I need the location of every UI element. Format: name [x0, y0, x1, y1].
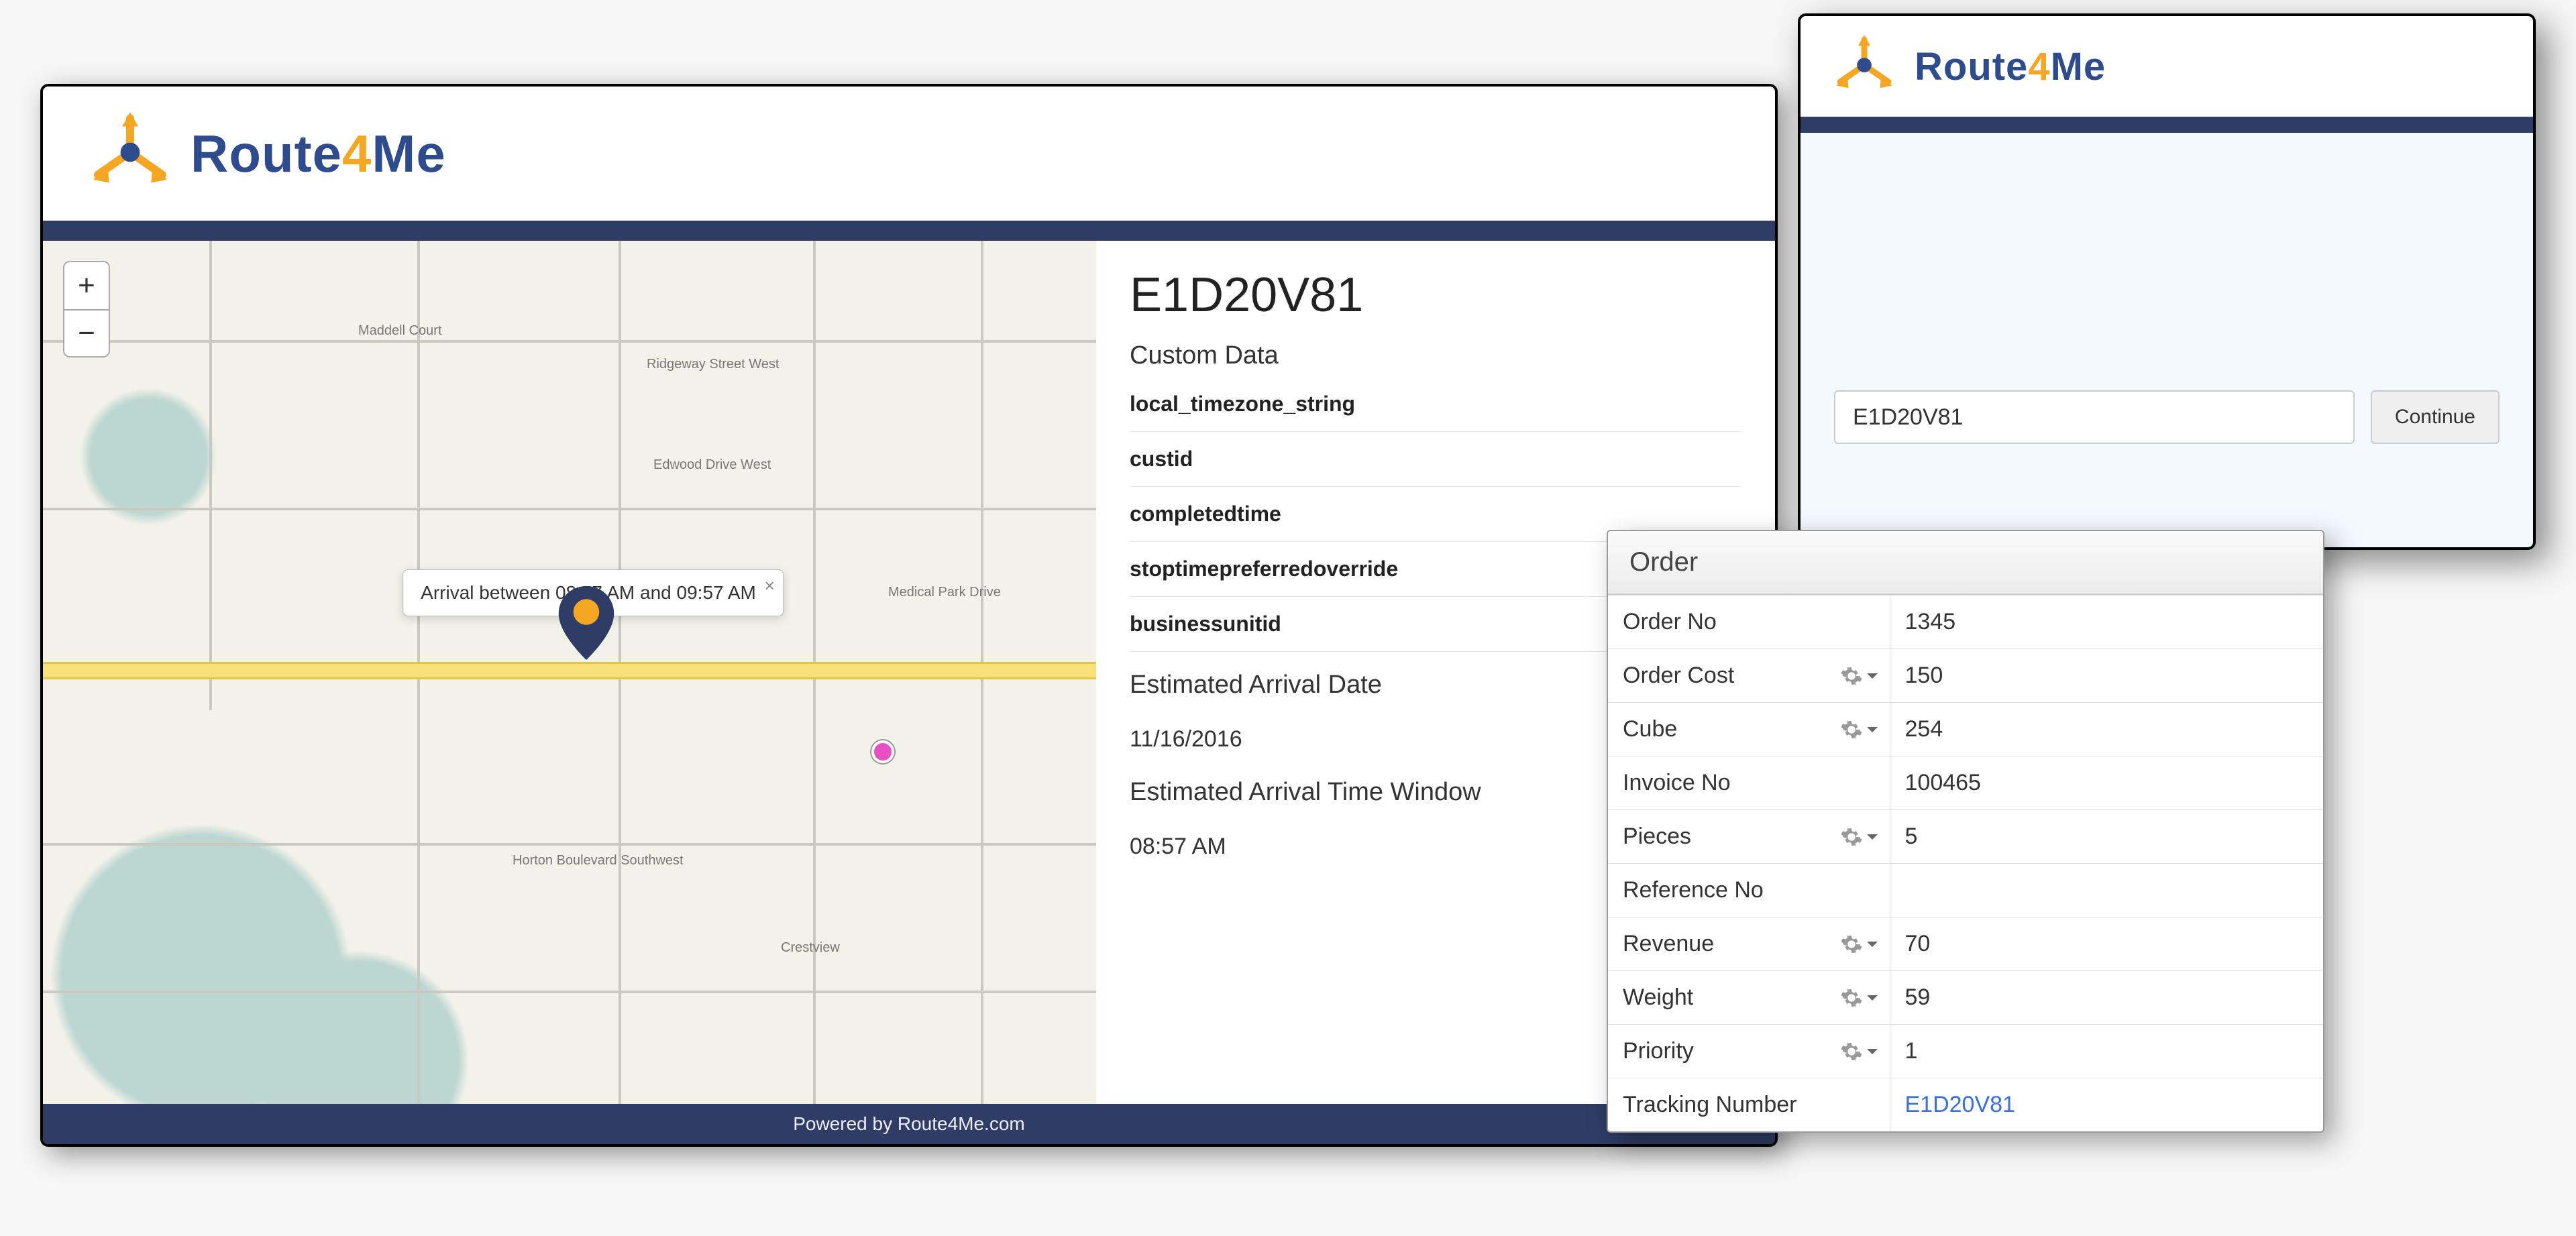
- order-field-label: Pieces: [1608, 810, 1890, 864]
- order-field-label: Order Cost: [1608, 649, 1890, 703]
- zoom-out-button[interactable]: −: [64, 309, 109, 356]
- svg-text:Edwood Drive West: Edwood Drive West: [653, 457, 771, 472]
- brand-logo-text: Route4Me: [191, 123, 446, 184]
- popup-close-icon[interactable]: ×: [765, 575, 775, 596]
- map-highway: [43, 662, 1096, 679]
- order-field-label: Weight: [1608, 971, 1890, 1025]
- tracking-main-window: Route4Me Maddell Court Ridgeway Street W…: [40, 84, 1778, 1147]
- header-divider: [1801, 117, 2533, 133]
- custom-data-row: local_timezone_string: [1130, 377, 1741, 432]
- order-row: Priority1: [1608, 1025, 2323, 1078]
- map-panel[interactable]: Maddell Court Ridgeway Street West Edwoo…: [43, 241, 1096, 1104]
- lookup-window: Route4Me Continue: [1798, 13, 2536, 550]
- footer-bar: Powered by Route4Me.com: [43, 1104, 1775, 1144]
- brand-logo-icon: [1834, 35, 1894, 99]
- order-row: Cube254: [1608, 703, 2323, 756]
- order-field-value: 1: [1890, 1025, 2323, 1078]
- brand-logo: Route4Me: [1834, 35, 2106, 99]
- tracking-number-input[interactable]: [1834, 390, 2355, 444]
- custom-data-heading: Custom Data: [1130, 341, 1741, 370]
- map-poi-icon: [871, 740, 894, 763]
- svg-text:Crestview: Crestview: [781, 940, 840, 955]
- order-field-value: 59: [1890, 971, 2323, 1025]
- map-zoom-controls: + −: [63, 261, 110, 357]
- order-field-value[interactable]: E1D20V81: [1890, 1078, 2323, 1132]
- order-field-value: 100465: [1890, 756, 2323, 810]
- gear-icon[interactable]: [1840, 987, 1878, 1009]
- order-field-value: 150: [1890, 649, 2323, 703]
- gear-icon[interactable]: [1840, 826, 1878, 848]
- order-row: Reference No: [1608, 864, 2323, 917]
- svg-text:Medical Park Drive: Medical Park Drive: [888, 585, 1001, 600]
- order-row: Revenue70: [1608, 917, 2323, 971]
- tracking-id-heading: E1D20V81: [1130, 268, 1741, 323]
- gear-icon[interactable]: [1840, 1040, 1878, 1063]
- svg-text:Maddell Court: Maddell Court: [358, 323, 442, 338]
- order-field-value: 70: [1890, 917, 2323, 971]
- svg-text:Ridgeway Street West: Ridgeway Street West: [647, 357, 780, 372]
- order-row: Invoice No100465: [1608, 756, 2323, 810]
- order-row: Pieces5: [1608, 810, 2323, 864]
- footer-text: Powered by Route4Me.com: [793, 1113, 1025, 1135]
- gear-icon[interactable]: [1840, 933, 1878, 956]
- order-table: Order No1345Order Cost150Cube254Invoice …: [1608, 595, 2323, 1131]
- chevron-down-icon: [1867, 942, 1878, 952]
- map-pin-icon[interactable]: [557, 586, 615, 663]
- order-field-value: 254: [1890, 703, 2323, 756]
- brand-logo: Route4Me: [90, 112, 446, 196]
- order-row: Order No1345: [1608, 596, 2323, 649]
- chevron-down-icon: [1867, 673, 1878, 684]
- gear-icon[interactable]: [1840, 718, 1878, 741]
- order-row: Tracking NumberE1D20V81: [1608, 1078, 2323, 1132]
- order-field-label: Priority: [1608, 1025, 1890, 1078]
- order-field-label: Reference No: [1608, 864, 1890, 917]
- order-row: Weight59: [1608, 971, 2323, 1025]
- main-header: Route4Me: [43, 87, 1775, 221]
- custom-data-row: custid: [1130, 432, 1741, 487]
- gear-icon[interactable]: [1840, 665, 1878, 687]
- order-field-value: 1345: [1890, 596, 2323, 649]
- zoom-in-button[interactable]: +: [64, 262, 109, 309]
- brand-logo-text: Route4Me: [1915, 44, 2106, 89]
- chevron-down-icon: [1867, 1049, 1878, 1060]
- order-field-label: Order No: [1608, 596, 1890, 649]
- order-field-label: Revenue: [1608, 917, 1890, 971]
- order-row: Order Cost150: [1608, 649, 2323, 703]
- chevron-down-icon: [1867, 834, 1878, 845]
- continue-button[interactable]: Continue: [2371, 390, 2500, 444]
- chevron-down-icon: [1867, 995, 1878, 1006]
- order-field-value: [1890, 864, 2323, 917]
- svg-text:Horton Boulevard Southwest: Horton Boulevard Southwest: [513, 853, 684, 868]
- order-field-label: Cube: [1608, 703, 1890, 756]
- lookup-header: Route4Me: [1801, 16, 2533, 117]
- brand-logo-icon: [90, 112, 170, 196]
- order-field-label: Tracking Number: [1608, 1078, 1890, 1132]
- header-divider: [43, 221, 1775, 241]
- order-panel: Order Order No1345Order Cost150Cube254In…: [1607, 530, 2324, 1133]
- order-field-value: 5: [1890, 810, 2323, 864]
- lookup-body: Continue: [1801, 133, 2533, 547]
- chevron-down-icon: [1867, 727, 1878, 738]
- order-panel-title: Order: [1608, 531, 2323, 595]
- order-field-label: Invoice No: [1608, 756, 1890, 810]
